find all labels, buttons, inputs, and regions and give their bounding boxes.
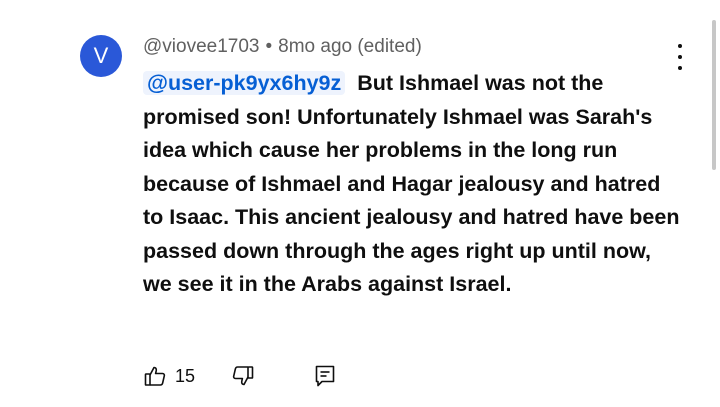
comment-meta: @viovee1703 • 8mo ago (edited) — [143, 36, 422, 58]
reply-button[interactable] — [313, 364, 337, 388]
comment-actions: 15 — [143, 362, 337, 390]
reply-icon — [313, 364, 337, 388]
like-count: 15 — [175, 365, 196, 386]
thumbs-down-icon — [231, 364, 255, 388]
scrollbar[interactable] — [712, 20, 716, 170]
comment-text: But Ishmael was not the promised son! Un… — [143, 71, 680, 296]
mention-link[interactable]: @user-pk9yx6hy9z — [143, 71, 346, 95]
comment-time: 8mo ago (edited) — [278, 36, 422, 57]
meta-separator: • — [265, 36, 273, 57]
avatar-letter: V — [93, 43, 109, 68]
comment-body: @user-pk9yx6hy9z But Ishmael was not the… — [143, 67, 683, 302]
avatar[interactable]: V — [80, 35, 122, 77]
thumbs-up-icon — [143, 364, 167, 388]
author-name[interactable]: @viovee1703 — [143, 36, 259, 57]
dislike-button[interactable] — [231, 364, 255, 388]
like-button[interactable]: 15 — [143, 364, 231, 388]
